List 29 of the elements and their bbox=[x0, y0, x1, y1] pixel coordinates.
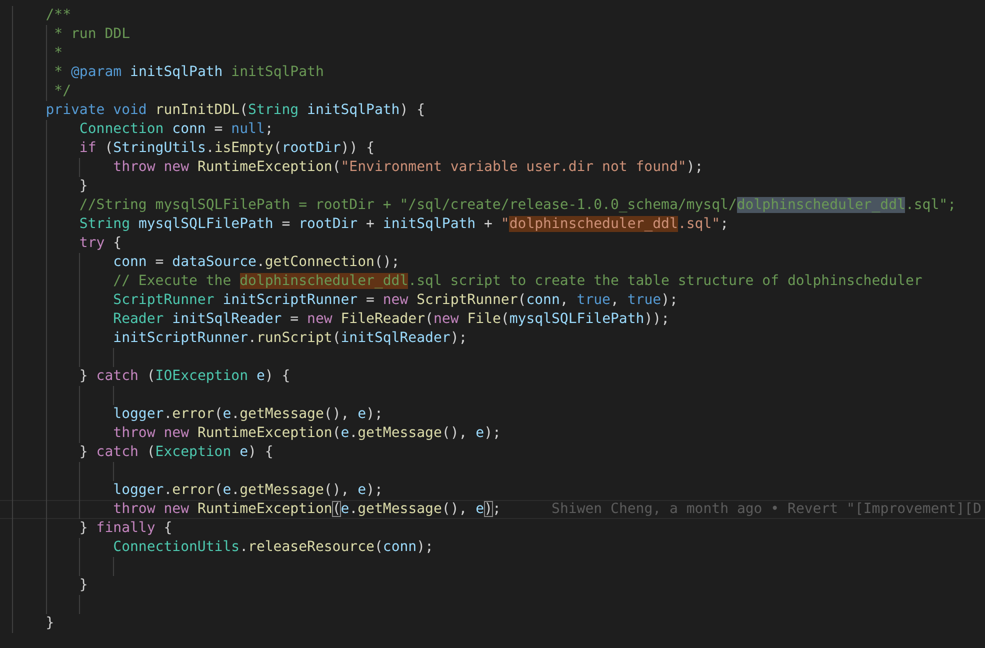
code-line: private void runInitDDL(String initSqlPath) { bbox=[44, 101, 426, 120]
blame-annotation: Shiwen Cheng, a month ago • Revert "[Improvement][D bbox=[552, 501, 982, 518]
code-line: throw new RuntimeException(e.getMessage(), e); bbox=[112, 424, 501, 443]
code-line: initScriptRunner.runScript(initSqlReader); bbox=[112, 329, 468, 348]
code-line: * @param initSqlPath initSqlPath bbox=[53, 63, 324, 82]
code-line: */ bbox=[53, 82, 72, 101]
code-line: // Execute the dolphinscheduler_ddl.sql script to create the table structure of dolphinscheduler bbox=[112, 272, 922, 291]
code-line: logger.error(e.getMessage(), e); bbox=[112, 405, 383, 424]
code-line: String mysqlSQLFilePath = rootDir + initSqlPath + "dolphinscheduler_ddl.sql"; bbox=[78, 215, 729, 234]
code-line: logger.error(e.getMessage(), e); bbox=[112, 481, 383, 500]
code-line: } bbox=[78, 576, 88, 595]
code-line: throw new RuntimeException(e.getMessage(), e); bbox=[112, 501, 501, 518]
code-line: * run DDL bbox=[53, 25, 130, 44]
code-line: ScriptRunner initScriptRunner = new ScriptRunner(conn, true, true); bbox=[112, 291, 678, 310]
code-line: ConnectionUtils.releaseResource(conn); bbox=[112, 538, 434, 557]
code-line: Connection conn = null; bbox=[78, 120, 274, 139]
code-line: conn = dataSource.getConnection(); bbox=[112, 253, 400, 272]
code-line: } catch (IOException e) { bbox=[78, 367, 290, 386]
code-line: try { bbox=[78, 234, 122, 253]
code-line: } catch (Exception e) { bbox=[78, 443, 274, 462]
code-line: } bbox=[78, 177, 88, 196]
code-line: //String mysqlSQLFilePath = rootDir + "/sql/create/release-1.0.0_schema/mysql/dolphinscheduler_ddl.sql"; bbox=[78, 196, 956, 215]
code-line: } bbox=[44, 614, 54, 633]
code-line: throw new RuntimeException("Environment variable user.dir not found"); bbox=[112, 158, 704, 177]
code-line: Reader initSqlReader = new FileReader(new File(mysqlSQLFilePath)); bbox=[112, 310, 670, 329]
code-line: /** bbox=[44, 6, 72, 25]
code-line: if (StringUtils.isEmpty(rootDir)) { bbox=[78, 139, 374, 158]
code-line: * bbox=[53, 44, 63, 63]
code-line: } finally { bbox=[78, 519, 172, 538]
